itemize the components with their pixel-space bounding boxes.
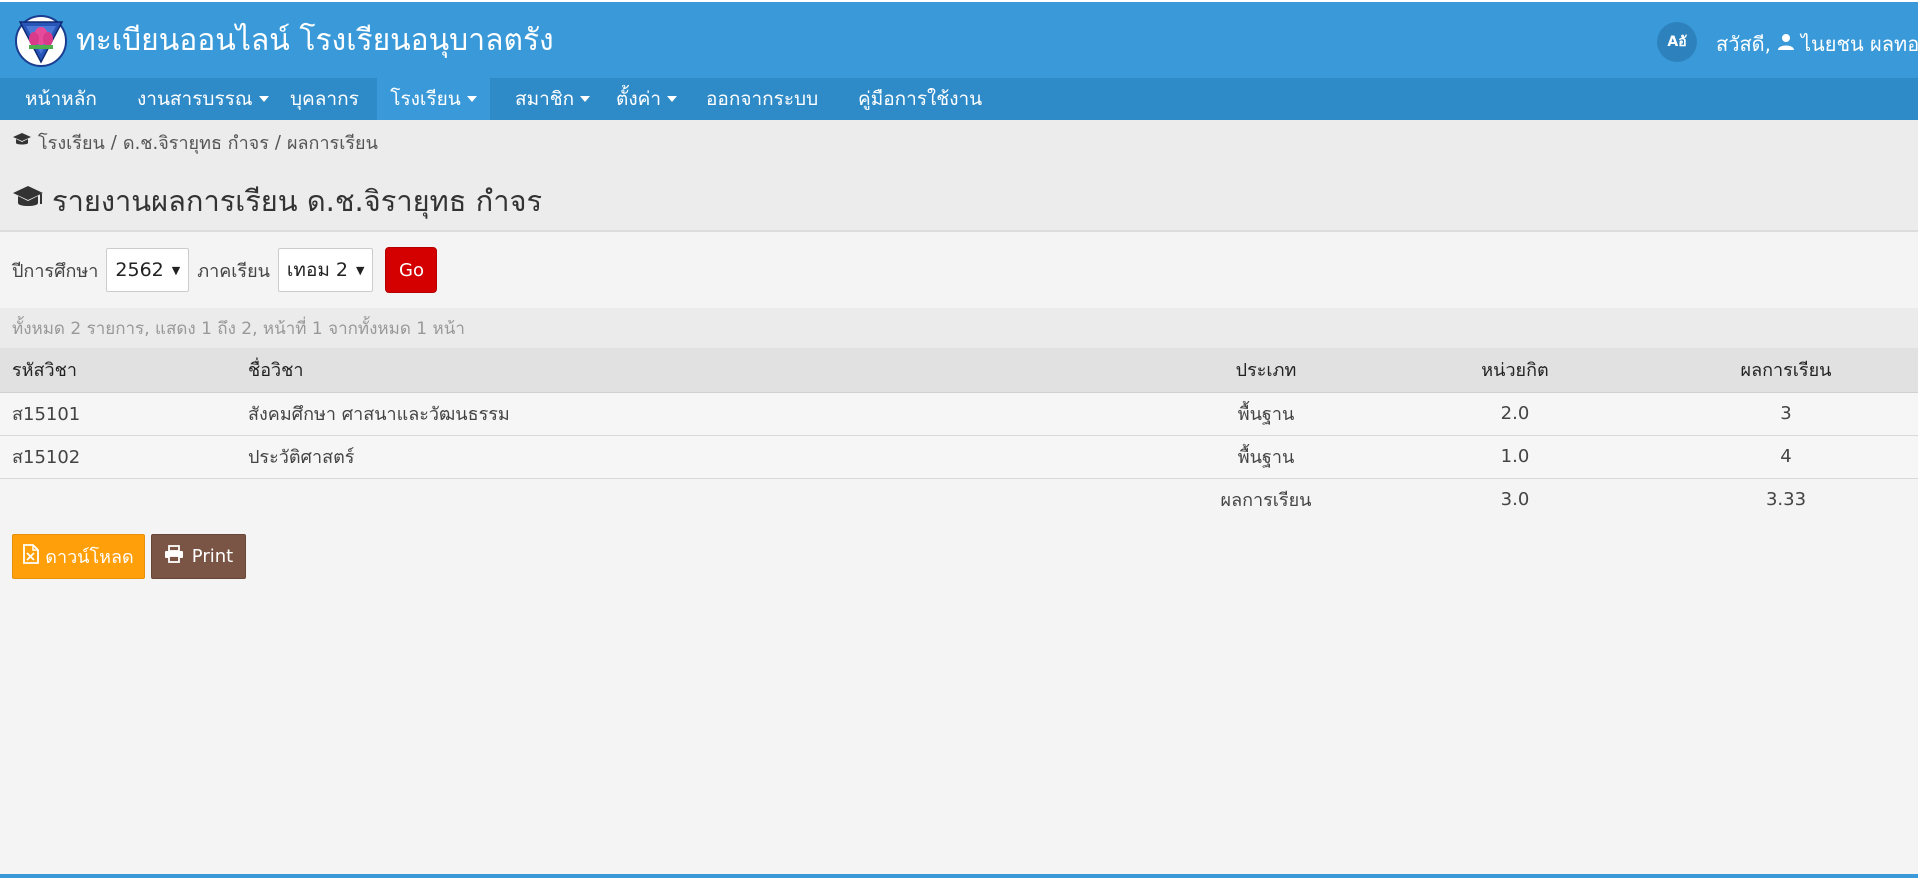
page-title: รายงานผลการเรียน ด.ช.จิรายุทธ กำจร: [12, 178, 542, 224]
nav-documents-label: งานสารบรรณ: [137, 88, 253, 110]
nav-home[interactable]: หน้าหลัก: [25, 78, 97, 120]
cell-empty: [0, 478, 236, 521]
brand-title[interactable]: ทะเบียนออนไลน์ โรงเรียนอนุบาลตรัง: [76, 22, 554, 60]
table-row: ส15101 สังคมศึกษา ศาสนาและวัฒนธรรม พื้นฐ…: [0, 392, 1918, 436]
caret-down-icon: [667, 96, 677, 102]
breadcrumb-separator: /: [110, 132, 117, 153]
print-button[interactable]: Print: [151, 534, 246, 579]
user-icon: [1777, 32, 1795, 56]
breadcrumb-separator: /: [274, 132, 281, 153]
year-label: ปีการศึกษา: [12, 260, 99, 282]
excel-file-icon: [23, 544, 40, 569]
year-select[interactable]: 2562 ▼: [106, 248, 190, 292]
cell-name: สังคมศึกษา ศาสนาและวัฒนธรรม: [236, 392, 1156, 436]
nav-logout[interactable]: ออกจากระบบ: [706, 78, 818, 120]
cell-code: ส15101: [0, 392, 236, 436]
caret-down-icon: [580, 96, 591, 102]
nav-personnel[interactable]: บุคลากร: [290, 78, 359, 120]
header-grade: ผลการเรียน: [1654, 348, 1918, 393]
breadcrumb-item-grades: ผลการเรียน: [286, 133, 378, 154]
cell-type: พื้นฐาน: [1156, 392, 1376, 436]
graduation-cap-icon: [12, 132, 32, 153]
nav-home-label: หน้าหลัก: [25, 88, 97, 110]
term-select-value: เทอม 2: [286, 259, 349, 281]
breadcrumb-item-school[interactable]: โรงเรียน: [38, 128, 105, 157]
header-type: ประเภท: [1156, 348, 1376, 393]
bottom-bar: [0, 874, 1918, 878]
go-button[interactable]: Go: [385, 247, 438, 293]
term-select[interactable]: เทอม 2 ▼: [277, 248, 374, 292]
print-label: Print: [191, 546, 234, 567]
cell-credit: 2.0: [1376, 392, 1654, 436]
nav-school[interactable]: โรงเรียน: [377, 78, 490, 120]
grades-table: รหัสวิชา ชื่อวิชา ประเภท หน่วยกิต ผลการเ…: [0, 348, 1918, 521]
filter-bar: ปีการศึกษา 2562 ▼ ภาคเรียน เทอม 2 ▼ Go: [12, 246, 438, 294]
year-select-value: 2562: [115, 259, 164, 281]
download-label: ดาวน์โหลด: [45, 547, 134, 568]
table-total-row: ผลการเรียน 3.0 3.33: [0, 478, 1918, 521]
graduation-cap-icon: [12, 184, 44, 218]
caret-down-icon: [466, 96, 477, 102]
cell-empty: [236, 478, 1156, 521]
header-code: รหัสวิชา: [0, 348, 236, 393]
table-header-row: รหัสวิชา ชื่อวิชา ประเภท หน่วยกิต ผลการเ…: [0, 348, 1918, 393]
total-credit: 3.0: [1376, 478, 1654, 521]
nav-manual-label: คู่มือการใช้งาน: [858, 88, 983, 110]
cell-credit: 1.0: [1376, 435, 1654, 479]
cell-name: ประวัติศาสตร์: [236, 435, 1156, 479]
cell-type: พื้นฐาน: [1156, 435, 1376, 479]
user-greeting[interactable]: สวัสดี, ไนยชน ผลทอง: [1716, 28, 1918, 60]
pagination-summary: ทั้งหมด 2 รายการ, แสดง 1 ถึง 2, หน้าที่ …: [0, 308, 1918, 348]
nav-settings-label: ตั้งค่า: [616, 88, 661, 110]
page-title-text: รายงานผลการเรียน ด.ช.จิรายุทธ กำจร: [52, 184, 543, 218]
breadcrumb: โรงเรียน / ด.ช.จิรายุทธ กำจร / ผลการเรีย…: [12, 128, 378, 157]
language-button[interactable]: Aอั: [1657, 22, 1697, 62]
table-row: ส15102 ประวัติศาสตร์ พื้นฐาน 1.0 4: [0, 435, 1918, 479]
greeting-text: สวัสดี,: [1716, 32, 1771, 56]
nav-manual[interactable]: คู่มือการใช้งาน: [858, 78, 982, 120]
dropdown-arrow-icon: ▼: [356, 263, 365, 277]
main-nav: หน้าหลัก งานสารบรรณ บุคลากร โรงเรียน สมา…: [0, 78, 1918, 120]
nav-members[interactable]: สมาชิก: [515, 78, 591, 120]
nav-personnel-label: บุคลากร: [290, 88, 359, 110]
breadcrumb-item-student[interactable]: ด.ช.จิรายุทธ กำจร: [123, 128, 269, 157]
cell-grade: 3: [1654, 392, 1918, 436]
header-name: ชื่อวิชา: [236, 348, 1156, 393]
user-name: ไนยชน ผลทอง: [1801, 32, 1918, 56]
caret-down-icon: [258, 96, 269, 102]
nav-logout-label: ออกจากระบบ: [706, 88, 819, 110]
top-header: ทะเบียนออนไลน์ โรงเรียนอนุบาลตรัง Aอั สว…: [0, 2, 1918, 78]
nav-school-label: โรงเรียน: [390, 88, 461, 110]
cell-grade: 4: [1654, 435, 1918, 479]
total-grade: 3.33: [1654, 478, 1918, 521]
download-button[interactable]: ดาวน์โหลด: [12, 534, 145, 579]
cell-code: ส15102: [0, 435, 236, 479]
total-label: ผลการเรียน: [1156, 478, 1376, 521]
school-logo[interactable]: [14, 14, 68, 68]
printer-icon: [164, 545, 184, 568]
dropdown-arrow-icon: ▼: [171, 263, 181, 277]
nav-settings[interactable]: ตั้งค่า: [616, 78, 677, 120]
nav-documents[interactable]: งานสารบรรณ: [137, 78, 269, 120]
term-label: ภาคเรียน: [197, 260, 270, 282]
nav-members-label: สมาชิก: [515, 88, 575, 110]
header-credit: หน่วยกิต: [1376, 348, 1654, 393]
